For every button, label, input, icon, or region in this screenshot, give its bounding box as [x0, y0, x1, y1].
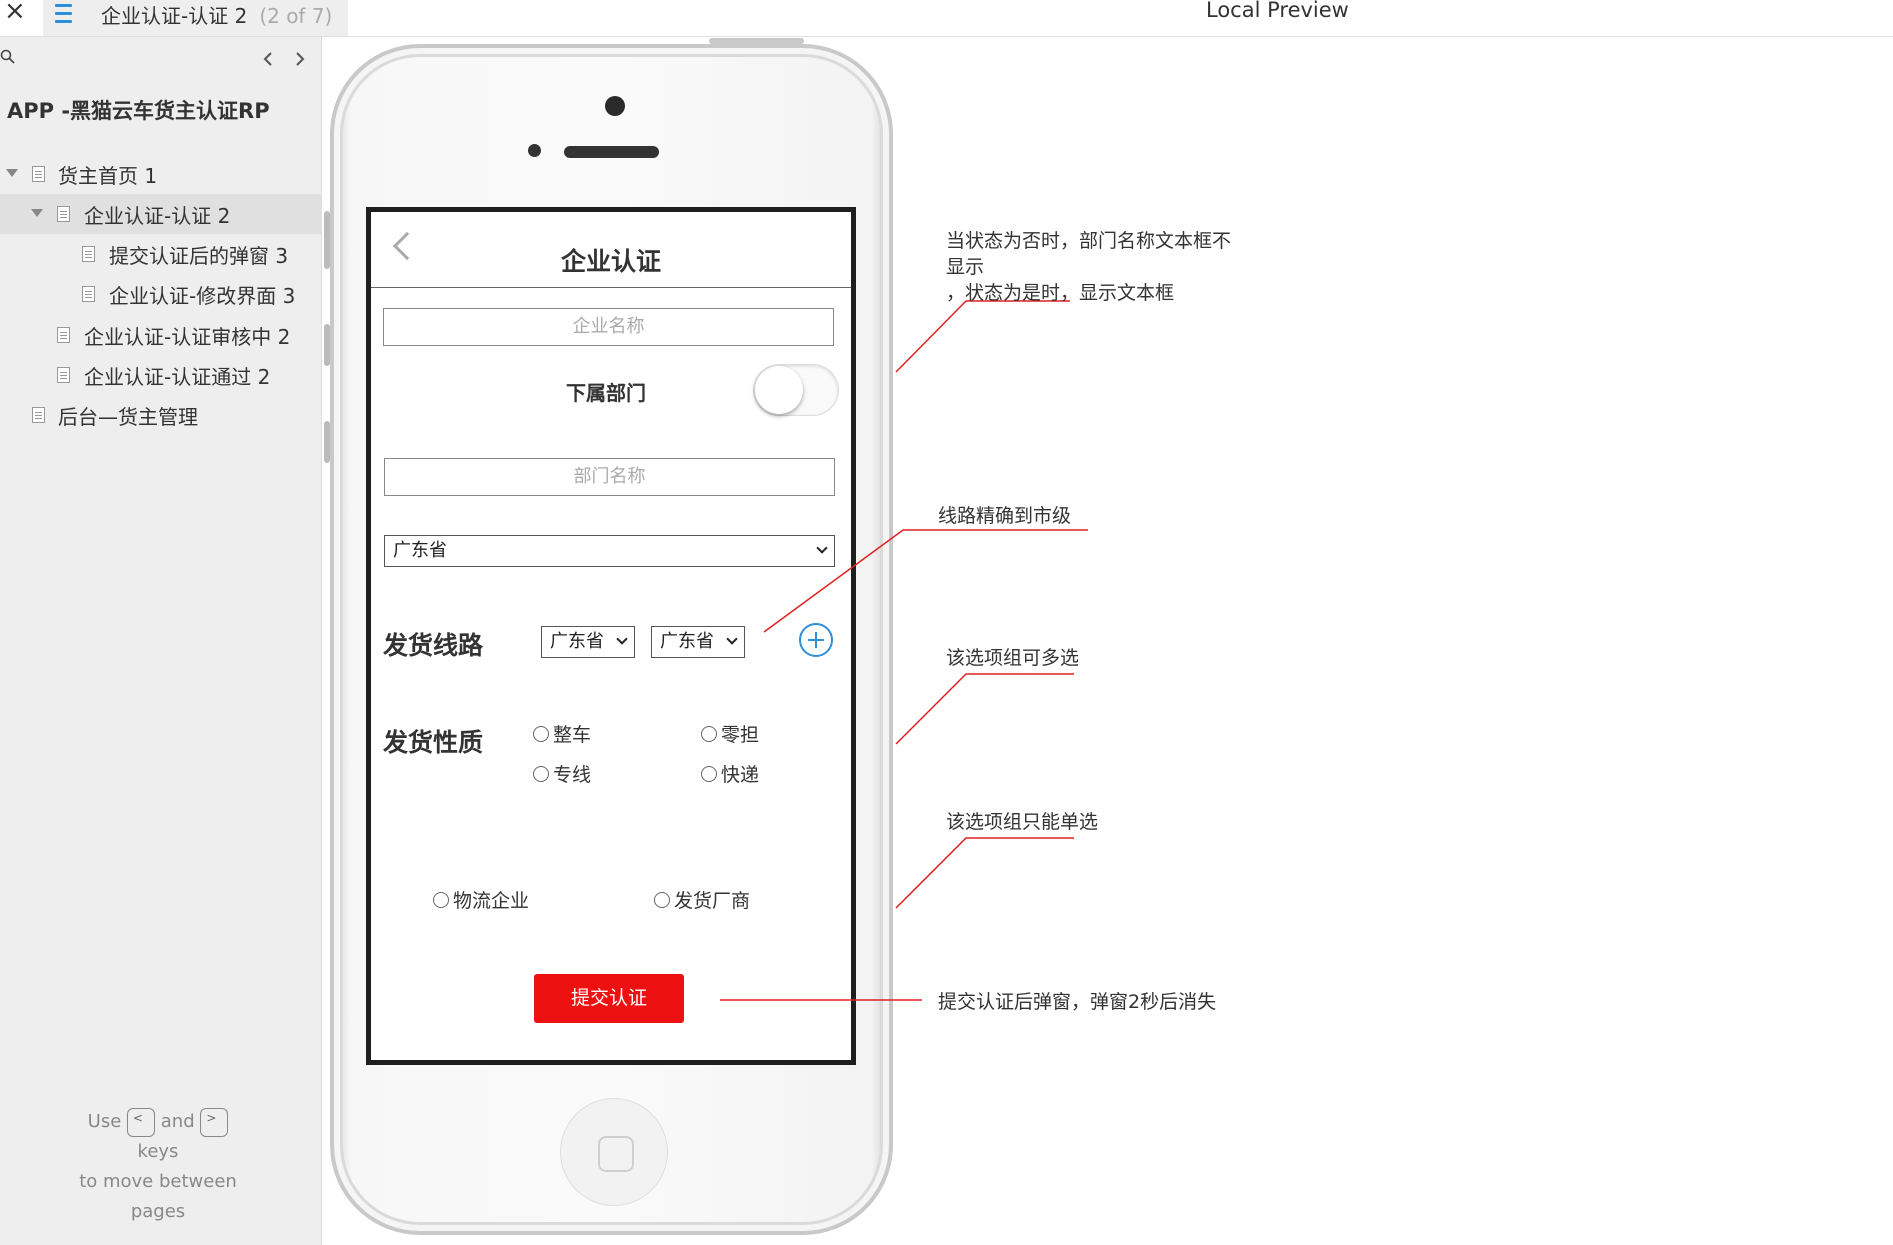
annotation-line-single: [895, 837, 1074, 909]
annotation-line-toggle: [895, 300, 1070, 373]
annotation-line-route: [763, 529, 1088, 633]
note-multi-select: 该选项组可多选: [946, 647, 1080, 669]
note-route-precision: 线路精确到市级: [938, 505, 1072, 527]
note-dept-toggle: 当状态为否时，部门名称文本框不 显示 ，状态为是时，显示文本框: [946, 228, 1231, 306]
note-line: 当状态为否时，部门名称文本框不: [946, 230, 1232, 252]
note-single-select: 该选项组只能单选: [946, 811, 1099, 833]
annotation-line-multi: [895, 673, 1074, 745]
annotation-lines: [720, 300, 1088, 1001]
note-submit-popup: 提交认证后弹窗，弹窗2秒后消失: [938, 991, 1217, 1013]
note-line: 显示: [946, 256, 985, 278]
note-line: ，状态为是时，显示文本框: [946, 282, 1175, 304]
